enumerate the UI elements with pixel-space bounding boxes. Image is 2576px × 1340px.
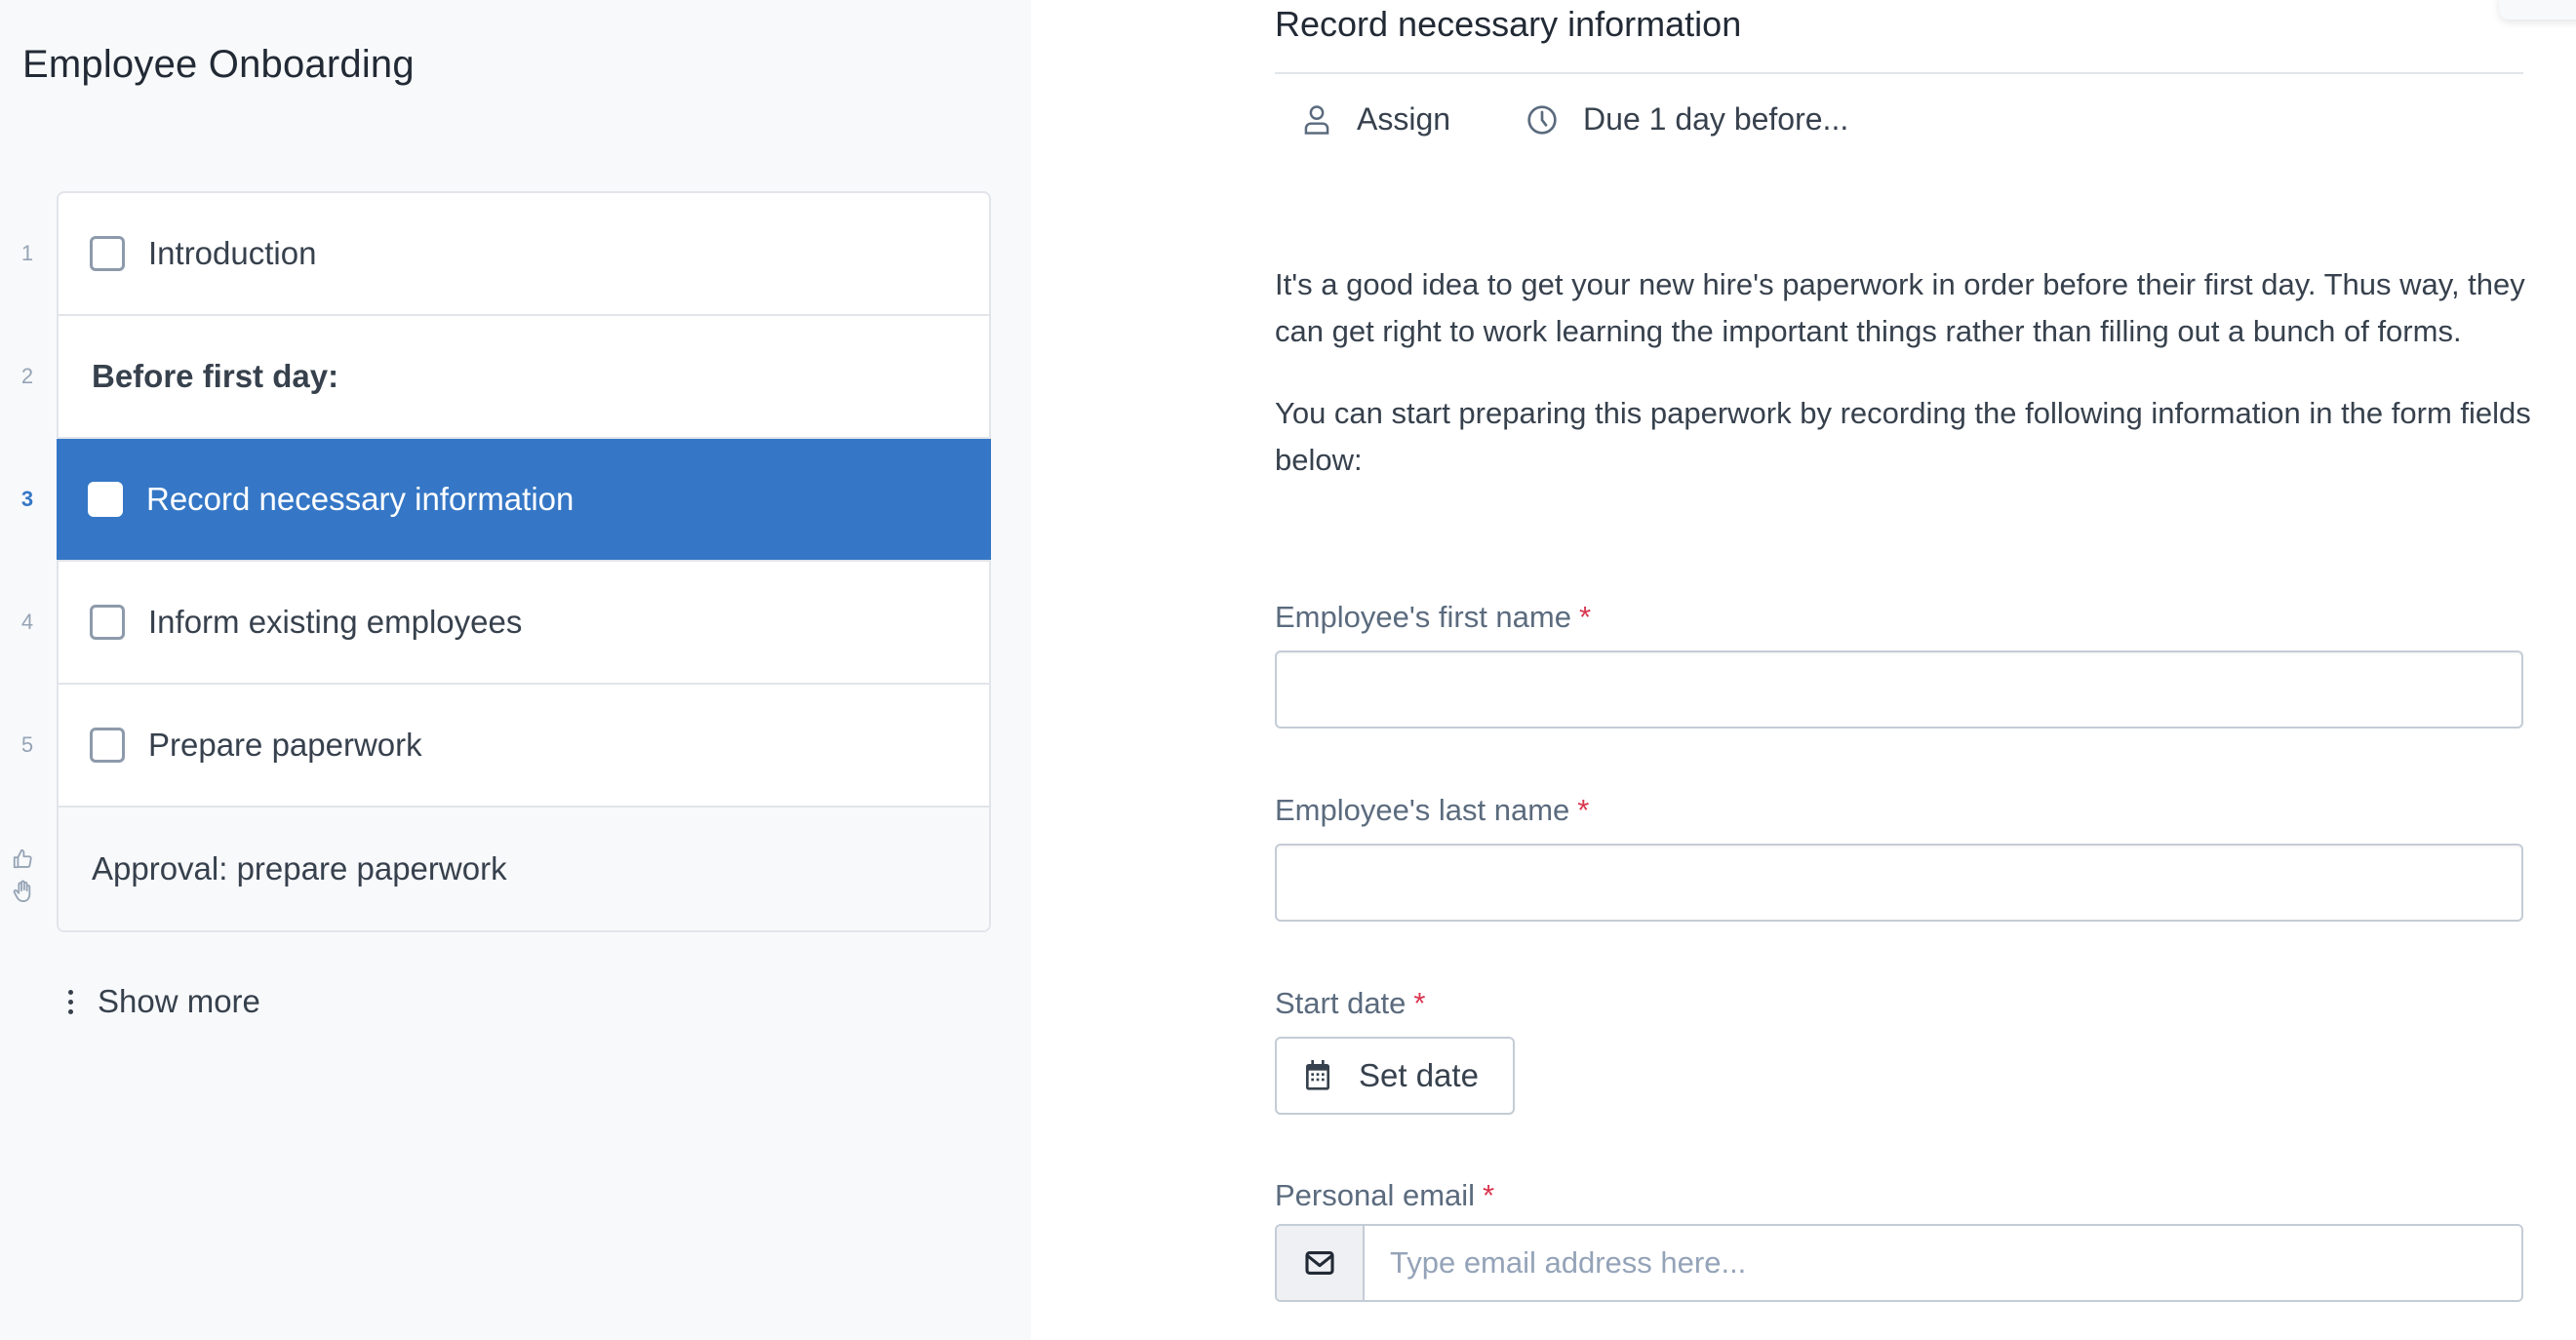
more-vertical-icon xyxy=(57,989,84,1014)
last-name-input[interactable] xyxy=(1275,844,2523,922)
start-date-label: Start date * xyxy=(1275,986,1426,1020)
required-marker: * xyxy=(1577,793,1590,827)
description-paragraph: It's a good idea to get your new hire's … xyxy=(1275,267,2525,348)
personal-email-label: Personal email * xyxy=(1275,1178,1495,1212)
task-number: 1 xyxy=(20,241,34,265)
email-field-group xyxy=(1275,1224,2523,1302)
checklist-sidebar: Employee Onboarding 1 Introduction 2 Bef… xyxy=(0,0,1031,1340)
show-more-label: Show more xyxy=(98,983,260,1019)
task-label: Introduction xyxy=(148,235,317,271)
personal-email-input[interactable] xyxy=(1365,1226,2521,1300)
task-item-introduction[interactable]: 1 Introduction xyxy=(21,193,989,316)
last-name-label: Employee's last name * xyxy=(1275,793,1590,827)
required-marker: * xyxy=(1483,1178,1495,1212)
task-number: 5 xyxy=(20,732,34,757)
task-label: Record necessary information xyxy=(146,481,575,517)
task-number: 3 xyxy=(20,487,34,511)
checklist-title: Employee Onboarding xyxy=(22,43,415,86)
task-title: Record necessary information xyxy=(1275,4,1742,44)
task-checkbox[interactable] xyxy=(90,605,125,640)
task-item-record-information[interactable]: 3 Record necessary information xyxy=(21,439,991,562)
task-description: It's a good idea to get your new hire's … xyxy=(1275,261,2533,519)
task-meta-bar: Assign Due 1 day before... xyxy=(1302,101,1848,138)
task-label: Prepare paperwork xyxy=(148,727,422,763)
description-paragraph: You can start preparing this paperwork b… xyxy=(1275,396,2531,477)
email-addon xyxy=(1277,1226,1365,1300)
hand-stop-icon xyxy=(13,880,31,902)
required-marker: * xyxy=(1578,600,1592,634)
clock-icon xyxy=(1527,104,1557,135)
first-name-input[interactable] xyxy=(1275,650,2523,729)
required-marker: * xyxy=(1413,986,1426,1020)
task-item-inform-employees[interactable]: 4 Inform existing employees xyxy=(21,562,989,685)
task-label: Inform existing employees xyxy=(148,604,523,640)
heading-label: Before first day: xyxy=(92,358,339,394)
approval-label: Approval: prepare paperwork xyxy=(92,850,507,887)
assign-button[interactable]: Assign xyxy=(1302,101,1450,138)
corner-panel-tab[interactable] xyxy=(2499,0,2576,20)
due-date-button[interactable]: Due 1 day before... xyxy=(1526,101,1848,138)
title-divider xyxy=(1275,72,2523,74)
due-label: Due 1 day before... xyxy=(1583,101,1849,137)
calendar-icon xyxy=(1306,1060,1329,1090)
task-checkbox[interactable] xyxy=(90,236,125,271)
user-icon xyxy=(1304,104,1329,135)
set-date-label: Set date xyxy=(1359,1057,1479,1093)
task-number: 4 xyxy=(20,610,34,634)
task-number: 2 xyxy=(20,364,34,388)
task-list: 1 Introduction 2 Before first day: 3 Rec… xyxy=(13,191,991,932)
set-date-button[interactable]: Set date xyxy=(1275,1037,1515,1115)
first-name-label: Employee's first name * xyxy=(1275,600,1592,634)
task-checkbox[interactable] xyxy=(88,482,123,517)
thumbs-up-icon xyxy=(13,848,32,869)
task-heading-before-first-day[interactable]: 2 Before first day: xyxy=(21,316,989,439)
assign-label: Assign xyxy=(1357,101,1451,137)
show-more-button[interactable]: Show more xyxy=(57,983,260,1020)
task-item-prepare-paperwork[interactable]: 5 Prepare paperwork xyxy=(21,685,989,808)
envelope-icon xyxy=(1305,1251,1334,1275)
task-checkbox[interactable] xyxy=(90,728,125,763)
task-item-approval[interactable]: Approval: prepare paperwork xyxy=(13,808,989,930)
